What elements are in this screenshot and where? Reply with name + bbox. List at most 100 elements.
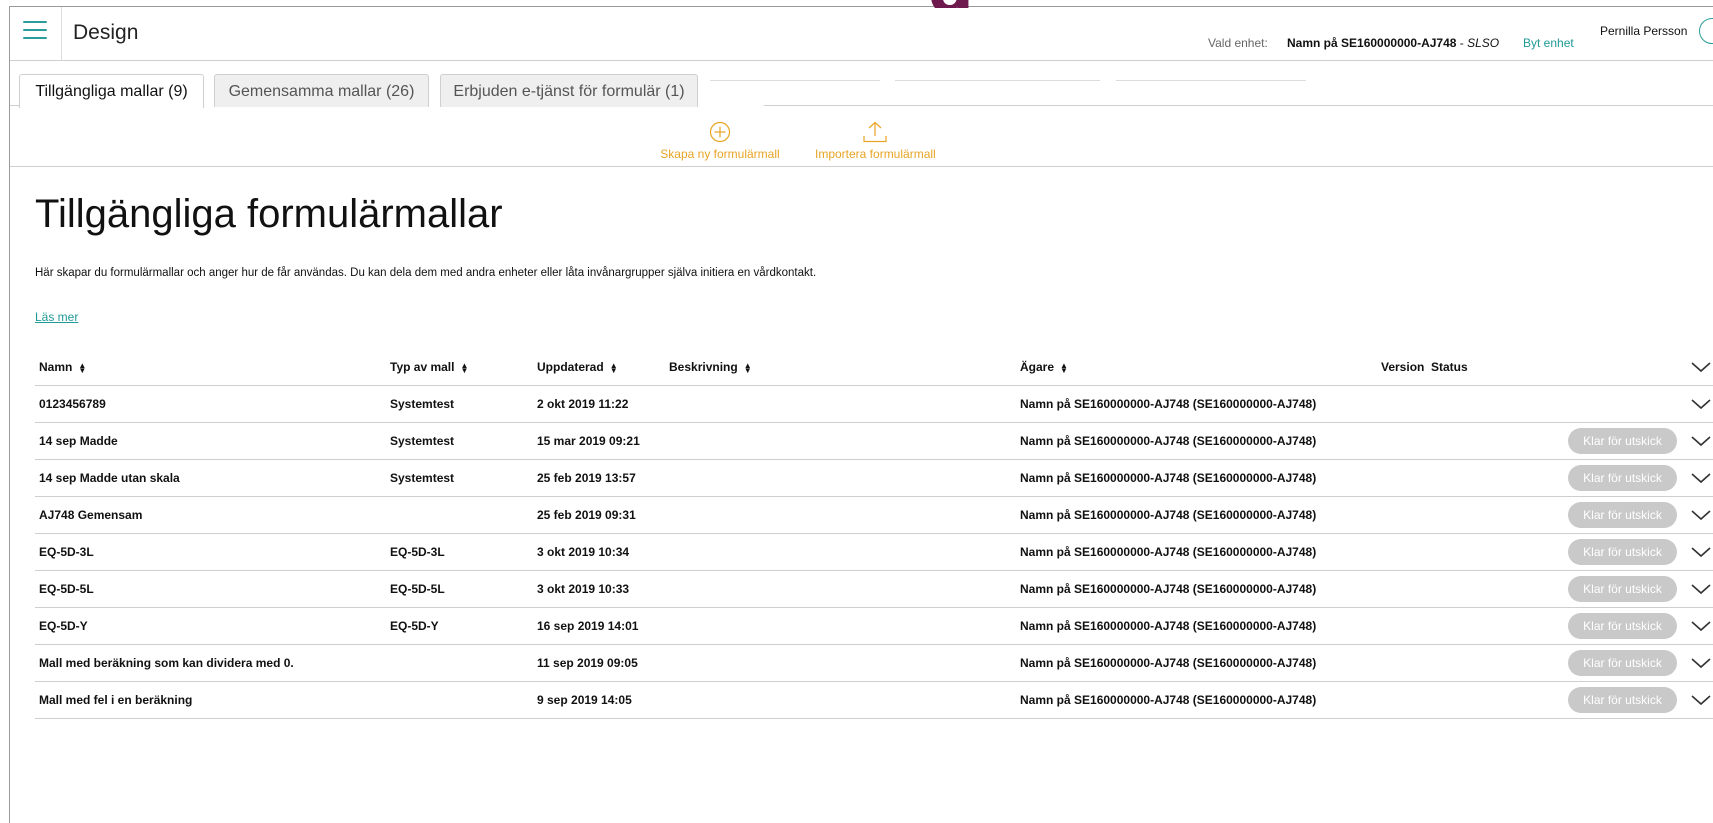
row-name: 14 sep Madde utan skala xyxy=(39,471,180,485)
ready-to-send-button[interactable]: Klar för utskick xyxy=(1568,502,1677,528)
table-row[interactable]: 14 sep Madde utan skala Systemtest 25 feb … xyxy=(35,460,1713,497)
plus-circle-icon xyxy=(709,121,731,143)
header-description[interactable]: Beskrivning ▲ ▼ xyxy=(669,360,752,374)
tab-placeholder-3 xyxy=(1116,80,1306,81)
chevron-down-icon[interactable] xyxy=(1690,580,1712,598)
row-updated: 9 sep 2019 14:05 xyxy=(537,693,632,707)
table-row[interactable]: 0123456789 Systemtest 2 okt 2019 11:22 Namn… xyxy=(35,386,1713,423)
row-type: Systemtest xyxy=(390,397,455,411)
table-header: Namn ▲ ▼ Typ av mall ▲ ▼ Uppdaterad ▲ ▼ Beskri… xyxy=(35,347,1713,386)
row-name: EQ-5D-Y xyxy=(39,619,88,633)
sort-icon: ▲ ▼ xyxy=(609,360,618,375)
tab-available-templates[interactable]: Tillgängliga mallar (9) xyxy=(19,74,204,108)
row-updated: 16 sep 2019 14:01 xyxy=(537,619,639,633)
row-updated: 25 feb 2019 13:57 xyxy=(537,471,636,485)
tab-placeholder-2 xyxy=(895,80,1100,81)
upload-icon xyxy=(863,121,887,143)
hamburger-icon[interactable] xyxy=(23,21,47,43)
row-type: EQ-5D-3L xyxy=(390,545,445,559)
ready-to-send-button[interactable]: Klar för utskick xyxy=(1568,650,1677,676)
row-name: EQ-5D-3L xyxy=(39,545,94,559)
import-template-label: Importera formulärmall xyxy=(815,147,936,161)
row-updated: 15 mar 2019 09:21 xyxy=(537,434,640,448)
header-version: Version xyxy=(1381,360,1425,374)
table-row[interactable]: EQ-5D-5L EQ-5D-5L 3 okt 2019 10:33 Namn på … xyxy=(35,571,1713,608)
ready-to-send-button[interactable]: Klar för utskick xyxy=(1568,428,1677,454)
create-template-button[interactable]: Skapa ny formulärmall xyxy=(660,121,780,161)
row-name: Mall med beräkning som kan dividera med … xyxy=(39,656,294,670)
app-window: Design Vald enhet: Namn på SE160000000-A… xyxy=(9,6,1713,823)
header-status: Status xyxy=(1431,360,1468,374)
create-template-label: Skapa ny formulärmall xyxy=(660,147,780,161)
chevron-down-icon[interactable] xyxy=(1690,432,1712,450)
row-type: Systemtest xyxy=(390,471,455,485)
top-header: Design Vald enhet: Namn på SE160000000-A… xyxy=(10,7,1713,61)
tab-placeholder-1 xyxy=(710,80,880,81)
page-description: Här skapar du formulärmallar och anger h… xyxy=(35,267,817,279)
table-row[interactable]: Mall med beräkning som kan dividera med … xyxy=(35,645,1713,682)
sort-icon: ▲ ▼ xyxy=(460,360,469,375)
row-type: EQ-5D-5L xyxy=(390,582,445,596)
sort-icon: ▲ ▼ xyxy=(743,360,752,375)
user-name[interactable]: Pernilla Persson xyxy=(1600,24,1687,38)
unit-separator: - xyxy=(1456,36,1468,50)
chevron-down-icon[interactable] xyxy=(1690,469,1712,487)
header-divider xyxy=(61,7,62,61)
row-name: AJ748 Gemensam xyxy=(39,508,143,522)
ready-to-send-button[interactable]: Klar för utskick xyxy=(1568,465,1677,491)
decorative-letter: g xyxy=(928,0,984,8)
row-type: EQ-5D-Y xyxy=(390,619,439,633)
row-updated: 3 okt 2019 10:34 xyxy=(537,545,630,559)
header-owner[interactable]: Ägare ▲ ▼ xyxy=(1020,360,1068,374)
read-more-link[interactable]: Läs mer xyxy=(35,310,78,324)
table-row[interactable]: EQ-5D-Y EQ-5D-Y 16 sep 2019 14:01 Namn på S… xyxy=(35,608,1713,645)
row-updated: 25 feb 2019 09:31 xyxy=(537,508,636,522)
unit-suffix: SLSO xyxy=(1467,36,1500,50)
row-owner: Namn på SE160000000-AJ748 (SE160000000-A… xyxy=(1020,619,1317,633)
header-updated[interactable]: Uppdaterad ▲ ▼ xyxy=(537,360,618,374)
templates-table: Namn ▲ ▼ Typ av mall ▲ ▼ Uppdaterad ▲ ▼ Beskri… xyxy=(35,347,1713,719)
table-body: 0123456789 Systemtest 2 okt 2019 11:22 Namn… xyxy=(35,386,1713,719)
row-name: 0123456789 xyxy=(39,397,106,411)
row-owner: Namn på SE160000000-AJ748 (SE160000000-A… xyxy=(1020,545,1317,559)
chevron-down-icon[interactable] xyxy=(1690,506,1712,524)
row-owner: Namn på SE160000000-AJ748 (SE160000000-A… xyxy=(1020,656,1317,670)
table-row[interactable]: EQ-5D-3L EQ-5D-3L 3 okt 2019 10:34 Namn på … xyxy=(35,534,1713,571)
tab-shared-templates[interactable]: Gemensamma mallar (26) xyxy=(214,74,429,107)
header-type[interactable]: Typ av mall ▲ ▼ xyxy=(390,360,468,374)
chevron-down-icon[interactable] xyxy=(1690,654,1712,672)
unit-label: Vald enhet: xyxy=(1208,36,1268,50)
row-type: Systemtest xyxy=(390,434,455,448)
sort-icon: ▲ ▼ xyxy=(78,360,87,375)
tab-baseline xyxy=(10,105,19,106)
row-updated: 2 okt 2019 11:22 xyxy=(537,397,629,411)
row-name: Mall med fel i en beräkning xyxy=(39,693,193,707)
table-row[interactable]: 14 sep Madde Systemtest 15 mar 2019 09:21 N… xyxy=(35,423,1713,460)
ready-to-send-button[interactable]: Klar för utskick xyxy=(1568,576,1677,602)
table-row[interactable]: Mall med fel i en beräkning 9 sep 2019 14… xyxy=(35,682,1713,719)
chevron-down-icon[interactable] xyxy=(1690,543,1712,561)
tab-offered-eservice[interactable]: Erbjuden e-tjänst för formulär (1) xyxy=(440,74,698,107)
row-owner: Namn på SE160000000-AJ748 (SE160000000-A… xyxy=(1020,397,1317,411)
row-updated: 11 sep 2019 09:05 xyxy=(537,656,638,670)
unit-name-text: Namn på SE160000000-AJ748 xyxy=(1287,36,1457,50)
header-name[interactable]: Namn ▲ ▼ xyxy=(39,360,86,374)
chevron-down-icon[interactable] xyxy=(1690,395,1712,413)
row-owner: Namn på SE160000000-AJ748 (SE160000000-A… xyxy=(1020,434,1317,448)
row-name: 14 sep Madde xyxy=(39,434,118,448)
app-title: Design xyxy=(73,21,139,44)
ready-to-send-button[interactable]: Klar för utskick xyxy=(1568,613,1677,639)
table-row[interactable]: AJ748 Gemensam 25 feb 2019 09:31 Namn på S… xyxy=(35,497,1713,534)
ready-to-send-button[interactable]: Klar för utskick xyxy=(1568,539,1677,565)
chevron-down-icon[interactable] xyxy=(1690,691,1712,709)
chevron-down-icon[interactable] xyxy=(1690,358,1712,376)
row-owner: Namn på SE160000000-AJ748 (SE160000000-A… xyxy=(1020,471,1317,485)
change-unit-link[interactable]: Byt enhet xyxy=(1523,36,1574,50)
user-avatar-icon[interactable] xyxy=(1699,18,1713,44)
chevron-down-icon[interactable] xyxy=(1690,617,1712,635)
row-owner: Namn på SE160000000-AJ748 (SE160000000-A… xyxy=(1020,582,1317,596)
import-template-button[interactable]: Importera formulärmall xyxy=(815,121,936,161)
row-owner: Namn på SE160000000-AJ748 (SE160000000-A… xyxy=(1020,693,1317,707)
ready-to-send-button[interactable]: Klar för utskick xyxy=(1568,687,1677,713)
row-name: EQ-5D-5L xyxy=(39,582,94,596)
